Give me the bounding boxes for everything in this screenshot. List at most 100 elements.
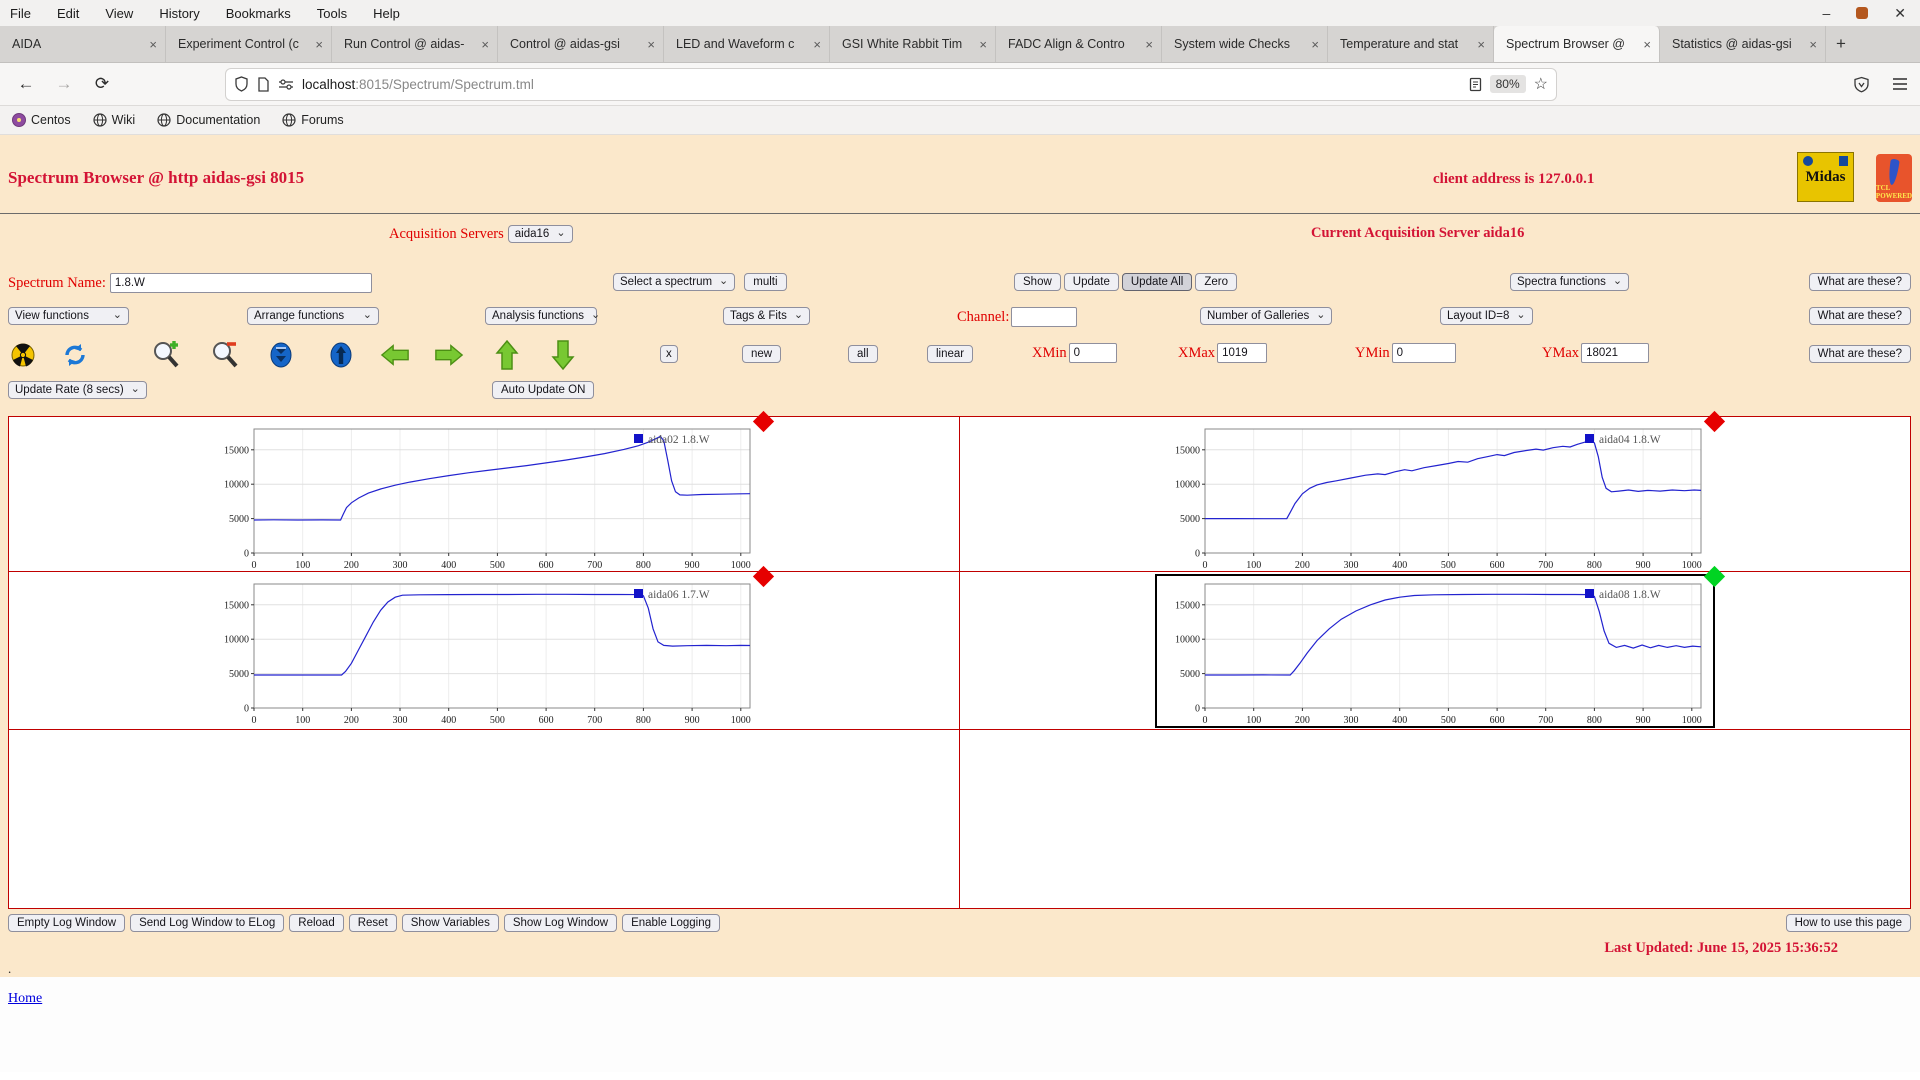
acquisition-server-select[interactable]: aida16 bbox=[507, 225, 573, 243]
shield-icon[interactable] bbox=[234, 76, 249, 92]
tab-close-icon[interactable]: × bbox=[149, 37, 157, 52]
tab-temperature[interactable]: Temperature and stat × bbox=[1328, 26, 1494, 62]
linear-button[interactable]: linear bbox=[927, 345, 974, 363]
tab-close-icon[interactable]: × bbox=[1809, 37, 1817, 52]
back-icon[interactable]: ← bbox=[12, 74, 40, 94]
menu-help[interactable]: Help bbox=[373, 6, 400, 21]
shift-left-icon[interactable] bbox=[380, 340, 410, 370]
tab-statistics[interactable]: Statistics @ aidas-gsi × bbox=[1660, 26, 1826, 62]
maximize-button[interactable] bbox=[1856, 7, 1869, 19]
shift-down-icon[interactable] bbox=[548, 340, 578, 371]
tab-system-checks[interactable]: System wide Checks × bbox=[1162, 26, 1328, 62]
view-functions-dropdown[interactable]: View functions bbox=[8, 307, 129, 325]
send-log-window-button[interactable]: Send Log Window to ELog bbox=[130, 914, 285, 932]
reader-mode-icon[interactable] bbox=[1469, 77, 1482, 92]
url-text[interactable]: localhost:8015/Spectrum/Spectrum.tml bbox=[302, 77, 1461, 92]
spectrum-chart-aida08[interactable]: 0 100 200 300 400 500 600 700 800 900 1000 0 5000 100… bbox=[1155, 565, 1726, 728]
tab-fadc-align[interactable]: FADC Align & Contro × bbox=[996, 26, 1162, 62]
all-button[interactable]: all bbox=[848, 345, 878, 363]
number-of-galleries-dropdown[interactable]: Number of Galleries bbox=[1200, 307, 1333, 325]
show-button[interactable]: Show bbox=[1014, 273, 1061, 291]
reset-button[interactable]: Reset bbox=[348, 914, 397, 932]
gallery-cell-aida08[interactable]: 0 100 200 300 400 500 600 700 800 900 1000 0 5000 100… bbox=[960, 565, 1910, 729]
zoom-level-badge[interactable]: 80% bbox=[1489, 75, 1526, 93]
analysis-functions-dropdown[interactable]: Analysis functions bbox=[485, 307, 597, 325]
reload-button[interactable]: Reload bbox=[289, 914, 344, 932]
tags-fits-dropdown[interactable]: Tags & Fits bbox=[723, 307, 811, 325]
bookmark-forums[interactable]: Forums bbox=[282, 113, 344, 127]
minimize-button[interactable]: – bbox=[1822, 5, 1830, 21]
zoom-out-icon[interactable] bbox=[209, 340, 239, 370]
ymax-input[interactable] bbox=[1581, 343, 1650, 363]
xmin-input[interactable] bbox=[1068, 343, 1117, 363]
shift-up-icon[interactable] bbox=[492, 339, 522, 370]
close-window-button[interactable]: ✕ bbox=[1894, 5, 1906, 22]
tab-aida[interactable]: AIDA × bbox=[0, 26, 166, 62]
tab-white-rabbit[interactable]: GSI White Rabbit Tim × bbox=[830, 26, 996, 62]
bookmark-wiki[interactable]: Wiki bbox=[93, 113, 135, 127]
spectrum-chart-aida04[interactable]: 0 100 200 300 400 500 600 700 800 900 1000 0 5000 100… bbox=[1157, 410, 1726, 571]
x-axis-button[interactable]: x bbox=[660, 345, 678, 363]
what-are-these-button[interactable]: What are these? bbox=[1808, 345, 1911, 363]
menu-view[interactable]: View bbox=[105, 6, 133, 21]
update-button[interactable]: Update bbox=[1063, 273, 1119, 291]
refresh-icon[interactable] bbox=[60, 340, 90, 370]
radiation-icon[interactable] bbox=[8, 340, 38, 370]
xmax-input[interactable] bbox=[1217, 343, 1268, 363]
tab-experiment-control[interactable]: Experiment Control (c × bbox=[166, 26, 332, 62]
update-rate-dropdown[interactable]: Update Rate (8 secs) bbox=[8, 381, 147, 399]
spectrum-chart-aida02[interactable]: 0 100 200 300 400 500 600 700 800 900 1000 0 5000 100… bbox=[206, 410, 775, 571]
layout-id-dropdown[interactable]: Layout ID=8 bbox=[1440, 307, 1533, 325]
bookmark-centos[interactable]: Centos bbox=[12, 113, 71, 127]
gallery-cell-aida02[interactable]: 0 100 200 300 400 500 600 700 800 900 1000 0 5000 100… bbox=[9, 410, 959, 571]
menu-history[interactable]: History bbox=[159, 6, 199, 21]
show-variables-button[interactable]: Show Variables bbox=[401, 914, 499, 932]
tab-close-icon[interactable]: × bbox=[481, 37, 489, 52]
menu-file[interactable]: File bbox=[10, 6, 31, 21]
show-log-window-button[interactable]: Show Log Window bbox=[503, 914, 618, 932]
tab-close-icon[interactable]: × bbox=[1311, 37, 1319, 52]
empty-log-window-button[interactable]: Empty Log Window bbox=[8, 914, 126, 932]
collapse-y-icon[interactable] bbox=[266, 340, 296, 370]
reload-icon[interactable]: ⟳ bbox=[88, 74, 116, 94]
hamburger-menu-icon[interactable] bbox=[1892, 77, 1908, 91]
tab-close-icon[interactable]: × bbox=[1145, 37, 1153, 52]
tab-close-icon[interactable]: × bbox=[813, 37, 821, 52]
shift-right-icon[interactable] bbox=[434, 340, 464, 370]
spectrum-name-input[interactable] bbox=[109, 273, 372, 293]
zoom-in-icon[interactable] bbox=[150, 340, 180, 370]
what-are-these-button[interactable]: What are these? bbox=[1808, 273, 1911, 291]
protections-shield-icon[interactable] bbox=[1853, 76, 1870, 93]
permissions-icon[interactable] bbox=[278, 78, 294, 90]
spectrum-chart-aida06[interactable]: 0 100 200 300 400 500 600 700 800 900 1000 0 5000 100… bbox=[206, 565, 775, 726]
arrange-functions-dropdown[interactable]: Arrange functions bbox=[247, 307, 379, 325]
tab-led-waveform[interactable]: LED and Waveform c × bbox=[664, 26, 830, 62]
gallery-cell-aida04[interactable]: 0 100 200 300 400 500 600 700 800 900 1000 0 5000 100… bbox=[960, 410, 1910, 571]
page-icon[interactable] bbox=[257, 76, 270, 92]
new-button[interactable]: new bbox=[742, 345, 782, 363]
tab-close-icon[interactable]: × bbox=[979, 37, 987, 52]
enable-logging-button[interactable]: Enable Logging bbox=[622, 914, 721, 932]
tab-close-icon[interactable]: × bbox=[647, 37, 655, 52]
menu-edit[interactable]: Edit bbox=[57, 6, 79, 21]
tab-run-control[interactable]: Run Control @ aidas- × bbox=[332, 26, 498, 62]
auto-update-button[interactable]: Auto Update ON bbox=[492, 381, 595, 399]
tab-close-icon[interactable]: × bbox=[1643, 37, 1651, 52]
zero-button[interactable]: Zero bbox=[1195, 273, 1237, 291]
ymin-input[interactable] bbox=[1391, 343, 1456, 363]
new-tab-button[interactable]: + bbox=[1826, 26, 1856, 62]
home-link[interactable]: Home bbox=[8, 991, 42, 1007]
bookmark-documentation[interactable]: Documentation bbox=[157, 113, 260, 127]
tab-control[interactable]: Control @ aidas-gsi × bbox=[498, 26, 664, 62]
tcl-logo[interactable]: TCL POWERED bbox=[1876, 154, 1912, 202]
menu-bookmarks[interactable]: Bookmarks bbox=[226, 6, 291, 21]
multi-button[interactable]: multi bbox=[744, 273, 787, 291]
what-are-these-button[interactable]: What are these? bbox=[1808, 307, 1911, 325]
how-to-use-button[interactable]: How to use this page bbox=[1785, 914, 1911, 932]
tab-close-icon[interactable]: × bbox=[1477, 37, 1485, 52]
expand-y-icon[interactable] bbox=[326, 340, 356, 370]
spectra-functions-dropdown[interactable]: Spectra functions bbox=[1510, 273, 1630, 291]
select-spectrum-dropdown[interactable]: Select a spectrum bbox=[613, 273, 736, 291]
gallery-cell-aida06[interactable]: 0 100 200 300 400 500 600 700 800 900 1000 0 5000 100… bbox=[9, 565, 959, 729]
menu-tools[interactable]: Tools bbox=[317, 6, 347, 21]
